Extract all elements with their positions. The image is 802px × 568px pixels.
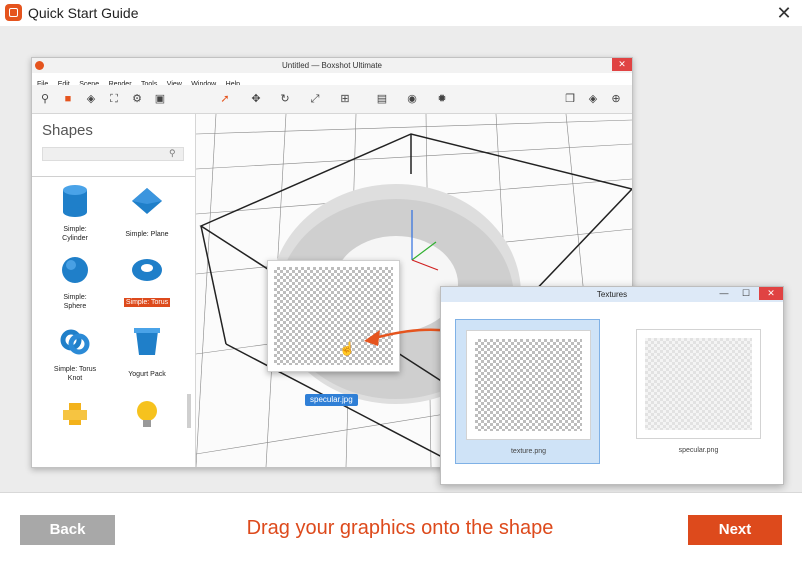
frame-icon: ⛶ (110, 93, 118, 105)
fit-icon: ⊞ (340, 93, 350, 105)
maximize-icon: ☐ (741, 288, 751, 298)
boxshot-titlebar: Untitled — Boxshot Ultimate ✕ (32, 58, 632, 73)
plane-icon (132, 188, 162, 214)
close-icon[interactable]: ✕ (772, 2, 796, 24)
shape-item-plane: Simple: Plane (112, 184, 182, 241)
boxshot-menubar: File Edit Scene Render Tools View Window… (32, 73, 632, 88)
app-logo-icon (5, 4, 22, 21)
textures-window: Textures — ☐ ✕ texture.png specular.png (440, 286, 784, 485)
shape-item-sphere: Simple: Sphere (40, 254, 110, 313)
sidebar-divider (32, 176, 195, 177)
shapes-cube-icon: ■ (64, 93, 72, 105)
window-title: Quick Start Guide (28, 5, 139, 21)
boxshot-toolbar: ⚲ ■ ◈ ⛶ ⚙ ▣ ➚ ✥ ↻ ⤢ ⊞ ▤ ◉ ✹ ❒ ◈ ⊕ (32, 85, 632, 114)
boxshot-close-icon: ✕ (612, 58, 632, 71)
shape-item-cylinder: Simple: Cylinder (40, 184, 110, 245)
next-button[interactable]: Next (688, 515, 782, 545)
bulb-icon (137, 401, 157, 427)
drag-file-label: specular.jpg (305, 394, 358, 406)
shape-item-yogurt-pack: Yogurt Pack (112, 326, 182, 381)
yogurt-pack-icon (134, 328, 160, 355)
shapes-title: Shapes (42, 122, 93, 139)
shapes-search-input (42, 147, 184, 161)
textures-titlebar: Textures (441, 287, 783, 302)
texture-filename: texture.png (510, 448, 547, 455)
settings-icon: ⚙ (132, 93, 142, 105)
shape-label-torus: Simple: Torus (123, 298, 171, 307)
rotate-icon: ↻ (280, 93, 290, 105)
footer-bar: Back Drag your graphics onto the shape N… (0, 492, 802, 568)
sphere-icon (62, 257, 88, 283)
shape-label-plane: Simple: Plane (125, 231, 169, 238)
shape-item-torus[interactable]: Simple: Torus (112, 254, 182, 309)
specular-filename: specular.png (678, 447, 719, 454)
shape-item-bulb (112, 399, 182, 429)
cylinder-icon (63, 185, 87, 217)
blocks-icon (63, 403, 87, 425)
shapes-sidebar: Shapes ⚲ Simple:Cylinder Simple: Plane (32, 114, 196, 467)
window-titlebar: Quick Start Guide ✕ (0, 0, 802, 26)
texture-tile-specular: specular.png (626, 319, 771, 464)
sidebar-scrollbar (187, 394, 191, 428)
specular-thumbnail (636, 329, 761, 439)
shape-label-cylinder: Simple: Cylinder (62, 226, 88, 242)
shape-item-blocks (40, 399, 110, 429)
shape-label-sphere: Simple: Sphere (63, 294, 87, 310)
camera-icon: ▣ (154, 93, 166, 105)
step-caption: Drag your graphics onto the shape (246, 517, 554, 539)
texture-tile-texture: texture.png (455, 319, 600, 464)
add-box-icon: ❒ (565, 93, 575, 105)
light-icon: ✹ (437, 93, 447, 105)
textures-title: Textures (596, 290, 628, 299)
clapper-icon: ▤ (376, 93, 388, 105)
guide-illustration: Untitled — Boxshot Ultimate ✕ File Edit … (0, 26, 802, 492)
textures-close-icon: ✕ (759, 287, 783, 300)
torus-icon (132, 259, 162, 281)
search-icon: ⚲ (169, 148, 176, 158)
scale-icon: ⤢ (310, 93, 320, 105)
torus-knot-icon (60, 329, 90, 355)
hierarchy-icon: ⚲ (40, 93, 50, 105)
texture-thumbnail (466, 330, 591, 440)
shape-label-torus-knot: Simple: Torus Knot (53, 366, 97, 382)
minimize-icon: — (719, 288, 729, 298)
shape-label-yogurt-pack: Yogurt Pack (128, 371, 166, 378)
boxshot-title: Untitled — Boxshot Ultimate (281, 61, 383, 70)
add-material-icon: ◈ (588, 93, 598, 105)
select-arrow-icon: ➚ (220, 93, 230, 105)
back-button[interactable]: Back (20, 515, 115, 545)
materials-icon: ◈ (86, 93, 96, 105)
boxshot-logo-icon (35, 61, 44, 70)
add-object-icon: ⊕ (611, 93, 621, 105)
shape-item-torus-knot: Simple: Torus Knot (40, 326, 110, 385)
move-icon: ✥ (251, 93, 261, 105)
render-camera-icon: ◉ (407, 93, 417, 105)
